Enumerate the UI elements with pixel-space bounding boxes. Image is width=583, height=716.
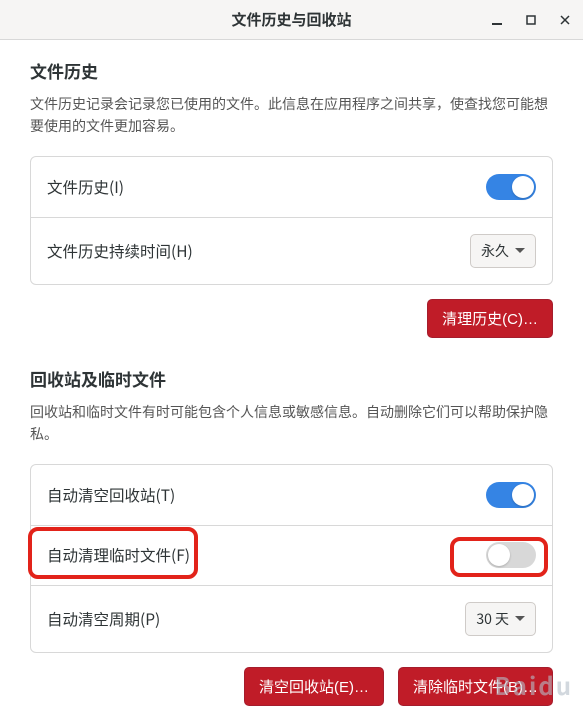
section-file-history-desc: 文件历史记录会记录您已使用的文件。此信息在应用程序之间共享，使查找您可能想要使用… (30, 93, 553, 138)
row-file-history-duration: 文件历史持续时间(H) 永久 (31, 217, 552, 284)
minimize-icon (491, 14, 503, 26)
auto-empty-trash-toggle[interactable] (486, 482, 536, 508)
window-controls (487, 10, 575, 30)
file-history-panel: 文件历史(I) 文件历史持续时间(H) 永久 (30, 156, 553, 285)
chevron-down-icon (515, 248, 525, 253)
main-content: 文件历史 文件历史记录会记录您已使用的文件。此信息在应用程序之间共享，使查找您可… (0, 40, 583, 716)
toggle-knob (512, 176, 534, 198)
minimize-button[interactable] (487, 10, 507, 30)
auto-purge-period-label: 自动清空周期(P) (47, 608, 160, 630)
row-auto-purge-temp: 自动清理临时文件(F) (31, 525, 552, 585)
dropdown-value: 永久 (481, 241, 509, 261)
section-trash-desc: 回收站和临时文件有时可能包含个人信息或敏感信息。自动删除它们可以帮助保护隐私。 (30, 401, 553, 446)
row-file-history: 文件历史(I) (31, 157, 552, 217)
section-file-history-title: 文件历史 (30, 58, 553, 83)
row-auto-empty-trash: 自动清空回收站(T) (31, 465, 552, 525)
titlebar: 文件历史与回收站 (0, 0, 583, 40)
maximize-icon (526, 15, 536, 25)
section-trash-title: 回收站及临时文件 (30, 366, 553, 391)
clear-history-button[interactable]: 清理历史(C)… (427, 299, 553, 338)
file-history-duration-label: 文件历史持续时间(H) (47, 240, 193, 262)
dropdown-value: 30 天 (476, 609, 509, 629)
close-button[interactable] (555, 10, 575, 30)
file-history-label: 文件历史(I) (47, 176, 124, 198)
auto-purge-temp-toggle[interactable] (486, 542, 536, 568)
toggle-knob (488, 544, 510, 566)
empty-trash-button[interactable]: 清空回收站(E)… (244, 667, 384, 706)
maximize-button[interactable] (521, 10, 541, 30)
row-auto-purge-period: 自动清空周期(P) 30 天 (31, 585, 552, 652)
trash-panel: 自动清空回收站(T) 自动清理临时文件(F) 自动清空周期(P) 30 天 (30, 464, 553, 653)
toggle-knob (512, 484, 534, 506)
auto-empty-trash-label: 自动清空回收站(T) (47, 484, 175, 506)
window-title: 文件历史与回收站 (231, 9, 351, 30)
close-icon (560, 15, 570, 25)
chevron-down-icon (515, 616, 525, 621)
trash-actions: 清空回收站(E)… 清除临时文件(B)… (30, 667, 553, 706)
purge-temp-button[interactable]: 清除临时文件(B)… (398, 667, 553, 706)
auto-purge-temp-label: 自动清理临时文件(F) (47, 544, 190, 566)
file-history-duration-dropdown[interactable]: 永久 (470, 234, 536, 268)
auto-purge-period-dropdown[interactable]: 30 天 (465, 602, 536, 636)
file-history-toggle[interactable] (486, 174, 536, 200)
file-history-actions: 清理历史(C)… (30, 299, 553, 338)
